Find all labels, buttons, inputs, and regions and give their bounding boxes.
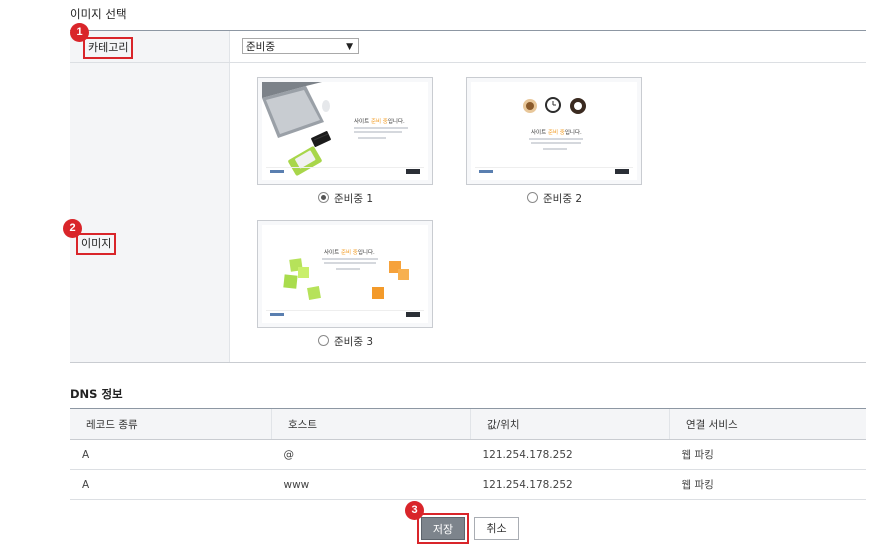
service-cell: 웹 파킹 <box>669 439 866 470</box>
record-type-cell: A <box>70 439 272 470</box>
value-cell: 121.254.178.252 <box>470 469 670 500</box>
chevron-down-icon: ▼ <box>346 42 353 52</box>
image-option-2[interactable]: 준비중 2 <box>527 191 582 206</box>
table-row: A @ 121.254.178.252 웹 파킹 <box>70 439 866 470</box>
dns-table-header: 레코드 종류 호스트 값/위치 연결 서비스 <box>70 408 866 440</box>
step-badge-2: 2 <box>63 219 82 238</box>
radio-button[interactable] <box>318 192 329 203</box>
image-thumb-3[interactable]: 사이트 준비 중입니다. <box>257 220 433 328</box>
thumb-title: 사이트 준비 중입니다. <box>354 119 405 125</box>
image-option-label: 준비중 1 <box>334 193 373 205</box>
image-option-3[interactable]: 준비중 3 <box>318 334 373 349</box>
category-row: 카테고리 1 준비중 ▼ <box>70 23 866 63</box>
image-option-label: 준비중 2 <box>543 193 582 205</box>
dns-section-title: DNS 정보 <box>70 387 123 401</box>
table-row: A www 121.254.178.252 웹 파킹 <box>70 469 866 500</box>
service-cell: 웹 파킹 <box>669 469 866 500</box>
column-header: 연결 서비스 <box>669 408 866 440</box>
image-label: 이미지 <box>76 233 117 255</box>
step-badge-1: 1 <box>70 23 89 42</box>
image-row: 이미지 2 사이트 준비 중입니다. 준비중 1 사이트 준비 중입니다. 준비… <box>63 63 866 362</box>
category-select[interactable]: 준비중 ▼ <box>242 38 359 54</box>
thumb-preview: 사이트 준비 중입니다. <box>262 225 428 323</box>
radio-button[interactable] <box>527 192 538 203</box>
thumb-title: 사이트 준비 중입니다. <box>324 250 375 256</box>
column-header: 값/위치 <box>470 408 670 440</box>
image-thumb-1[interactable]: 사이트 준비 중입니다. <box>257 77 433 185</box>
radio-button[interactable] <box>318 335 329 346</box>
thumb-title: 사이트 준비 중입니다. <box>531 130 582 136</box>
thumb-preview: 사이트 준비 중입니다. <box>471 82 637 180</box>
record-type-cell: A <box>70 469 272 500</box>
category-label: 카테고리 <box>83 37 134 59</box>
image-settings-form: 카테고리 1 준비중 ▼ 이미지 2 사이트 준비 중입니다. 준비중 1 사이… <box>63 23 866 363</box>
column-header: 레코드 종류 <box>70 408 272 440</box>
dns-table: 레코드 종류 호스트 값/위치 연결 서비스 A @ 121.254.178.2… <box>70 408 866 500</box>
thumb-preview: 사이트 준비 중입니다. <box>262 82 428 180</box>
image-option-label: 준비중 3 <box>334 336 373 348</box>
image-header-cell: 이미지 2 <box>63 63 230 362</box>
host-cell: www <box>271 469 471 500</box>
category-header-cell: 카테고리 1 <box>70 23 230 62</box>
category-select-value: 준비중 <box>246 41 275 53</box>
save-button[interactable]: 저장 <box>421 517 465 540</box>
cancel-button[interactable]: 취소 <box>474 517 519 540</box>
value-cell: 121.254.178.252 <box>470 439 670 470</box>
host-cell: @ <box>271 439 471 470</box>
image-section-title: 이미지 선택 <box>70 7 127 21</box>
image-thumb-2[interactable]: 사이트 준비 중입니다. <box>466 77 642 185</box>
image-option-1[interactable]: 준비중 1 <box>318 191 373 206</box>
column-header: 호스트 <box>271 408 471 440</box>
